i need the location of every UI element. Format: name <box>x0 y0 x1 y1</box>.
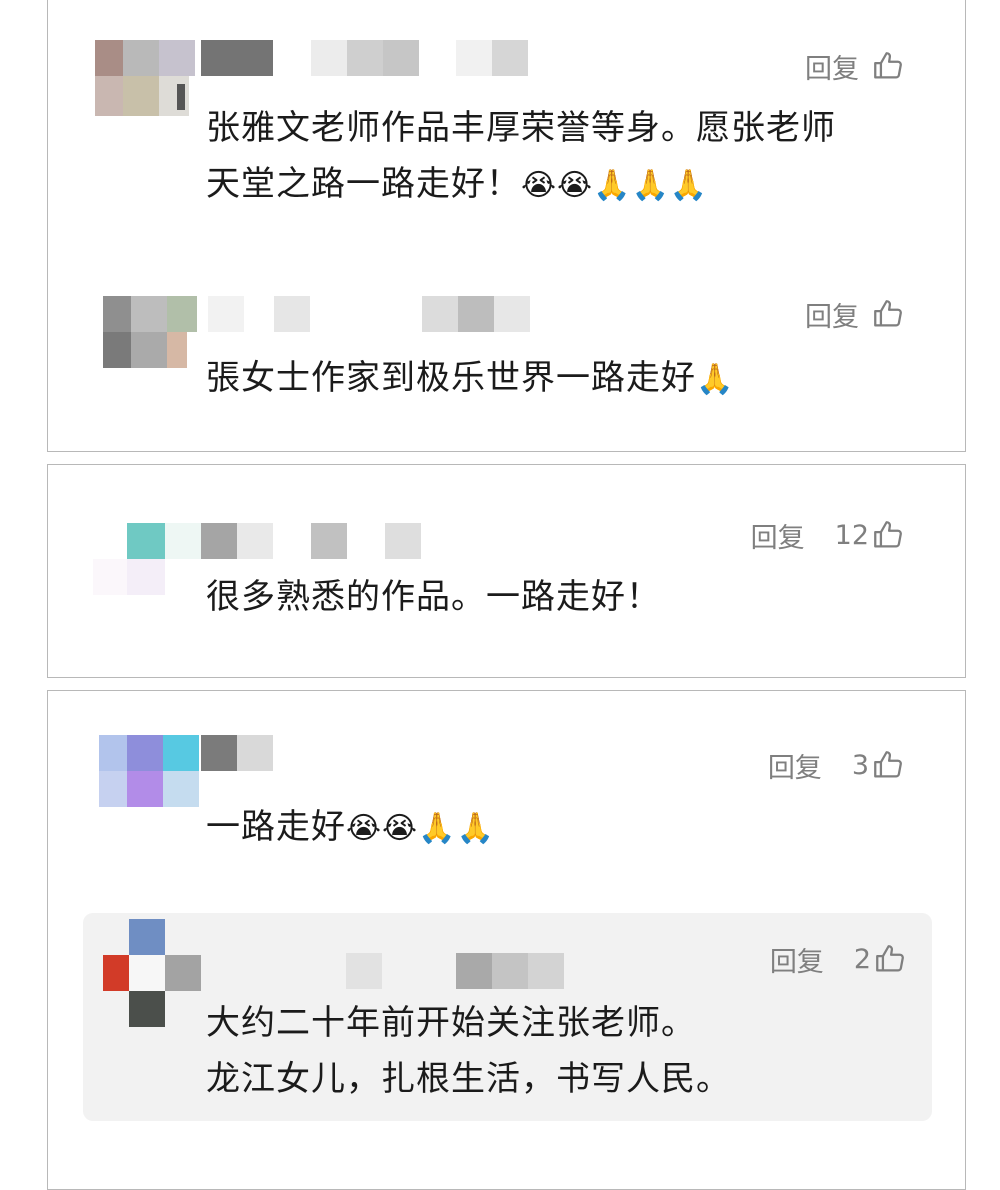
comment-actions: 回复 <box>805 46 905 86</box>
comment-actions: 回复 2 <box>770 939 907 979</box>
nickname[interactable] <box>201 40 531 76</box>
emoji-text: 🙏 <box>696 362 735 397</box>
avatar[interactable] <box>93 523 201 608</box>
comment-text-segment: 張女士作家到极乐世界一路走好 <box>206 358 696 398</box>
like-button[interactable] <box>869 49 905 83</box>
comment-text-line: 张雅文老师作品丰厚荣誉等身。愿张老师 <box>206 108 836 148</box>
reply-thread: 回复 2 大约二十年前开始关注张老师。 龙江女儿，扎根生活，书写人民。 <box>83 913 932 1121</box>
thumbs-up-icon <box>876 945 904 972</box>
thumbs-up-icon <box>874 751 902 778</box>
like-count: 3 <box>851 749 869 781</box>
reply-button[interactable]: 回复 <box>805 47 859 86</box>
comment-item: 回复 3 一路走好😭😭🙏🙏 <box>48 691 965 911</box>
nickname[interactable] <box>198 953 578 989</box>
thumbs-up-icon <box>874 52 902 79</box>
avatar[interactable] <box>93 735 199 820</box>
avatar[interactable] <box>95 296 197 381</box>
comment-text-line: 天堂之路一路走好！😭😭🙏🙏🙏 <box>206 156 906 214</box>
comment-text-line: 張女士作家到极乐世界一路走好🙏 <box>206 350 906 408</box>
comment-item: 回复 张雅文老师作品丰厚荣誉等身。愿张老师 天堂之路一路走好！😭😭🙏🙏🙏 <box>48 0 965 230</box>
avatar[interactable] <box>103 919 203 1027</box>
comment-text: 張女士作家到极乐世界一路走好🙏 <box>206 350 906 408</box>
comment-card: 回复 张雅文老师作品丰厚荣誉等身。愿张老师 天堂之路一路走好！😭😭🙏🙏🙏 回复 … <box>47 0 966 452</box>
comment-text: 一路走好😭😭🙏🙏 <box>206 799 906 857</box>
comment-card: 回复 3 一路走好😭😭🙏🙏 回复 2 大约二十年前开始关注张老师。 龙江女儿，扎… <box>47 690 966 1190</box>
comment-actions: 回复 <box>805 294 905 334</box>
comment-item: 回复 張女士作家到极乐世界一路走好🙏 <box>48 290 965 450</box>
emoji-text: 😭😭🙏🙏 <box>346 811 495 846</box>
like-button[interactable]: 3 <box>852 748 905 782</box>
comment-text-line: 很多熟悉的作品。一路走好！ <box>206 577 661 617</box>
comment-text-line: 大约二十年前开始关注张老师。 <box>206 1003 696 1043</box>
comment-text-segment: 一路走好 <box>206 807 346 847</box>
comment-text-line: 一路走好😭😭🙏🙏 <box>206 799 906 857</box>
nickname[interactable] <box>201 735 461 771</box>
avatar[interactable] <box>95 40 195 125</box>
like-button[interactable] <box>869 297 905 331</box>
comment-card: 回复 12 很多熟悉的作品。一路走好！ <box>47 464 966 678</box>
comment-actions: 回复 3 <box>768 745 905 785</box>
comment-actions: 回复 12 <box>751 515 905 555</box>
reply-button[interactable]: 回复 <box>768 746 822 785</box>
comment-text: 张雅文老师作品丰厚荣誉等身。愿张老师 天堂之路一路走好！😭😭🙏🙏🙏 <box>206 100 906 214</box>
comment-text: 很多熟悉的作品。一路走好！ <box>206 569 906 625</box>
thumbs-up-icon <box>874 300 902 327</box>
like-count: 12 <box>834 519 869 551</box>
thumbs-up-icon <box>874 521 902 548</box>
reply-button[interactable]: 回复 <box>751 516 805 555</box>
like-button[interactable]: 12 <box>835 518 905 552</box>
like-button[interactable]: 2 <box>854 942 907 976</box>
comment-text-segment: 天堂之路一路走好！ <box>206 164 521 204</box>
comment-item: 回复 12 很多熟悉的作品。一路走好！ <box>48 465 965 679</box>
reply-button[interactable]: 回复 <box>770 940 824 979</box>
like-count: 2 <box>853 943 871 975</box>
comment-text: 大约二十年前开始关注张老师。 龙江女儿，扎根生活，书写人民。 <box>206 995 906 1107</box>
reply-button[interactable]: 回复 <box>805 295 859 334</box>
comment-text-line: 龙江女儿，扎根生活，书写人民。 <box>206 1059 731 1099</box>
nickname[interactable] <box>208 296 538 332</box>
nickname[interactable] <box>201 523 461 559</box>
emoji-text: 😭😭🙏🙏🙏 <box>521 168 709 203</box>
